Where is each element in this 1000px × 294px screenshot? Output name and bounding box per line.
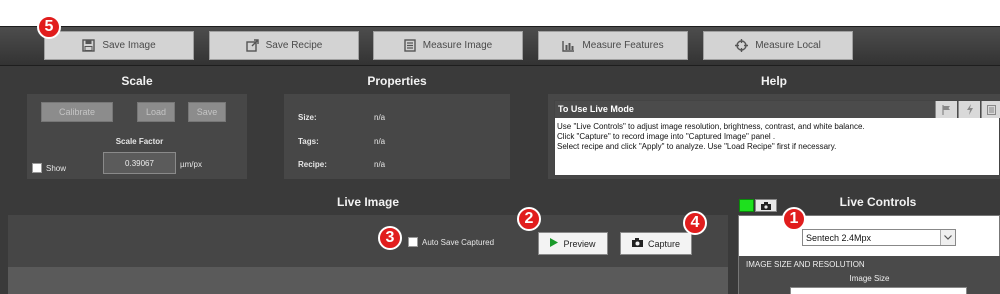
crosshair-icon (735, 39, 749, 52)
camera-snapshot-icon[interactable] (755, 199, 777, 212)
floppy-disk-icon (82, 39, 96, 52)
measure-local-button[interactable]: Measure Local (703, 31, 853, 60)
image-size-section-title: IMAGE SIZE AND RESOLUTION (746, 260, 865, 269)
help-line: Select recipe and click "Apply" to analy… (557, 142, 837, 151)
property-tags-value: n/a (374, 137, 386, 146)
chevron-down-icon[interactable] (940, 230, 955, 245)
measure-features-button[interactable]: Measure Features (538, 31, 688, 60)
list-icon[interactable] (981, 101, 1000, 118)
play-icon (550, 238, 559, 249)
save-button[interactable]: Save (188, 102, 226, 122)
image-size-label: Image Size (849, 274, 890, 283)
measure-image-button[interactable]: Measure Image (373, 31, 523, 60)
save-recipe-button[interactable]: Save Recipe (209, 31, 359, 60)
calibrate-button[interactable]: Calibrate (41, 102, 113, 122)
status-indicator (739, 199, 754, 212)
image-size-select[interactable] (790, 287, 967, 294)
bar-chart-icon (562, 40, 575, 52)
camera-select-value: Sentech 2.4Mpx (806, 233, 872, 243)
auto-save-label: Auto Save Captured (422, 238, 495, 247)
callout-badge-1: 1 (782, 207, 806, 231)
preview-label: Preview (563, 238, 596, 249)
save-image-label: Save Image (102, 40, 156, 51)
measure-image-label: Measure Image (422, 40, 493, 51)
scale-title: Scale (121, 74, 153, 88)
document-icon (404, 39, 416, 52)
callout-badge-5: 5 (37, 15, 61, 39)
save-image-button[interactable]: Save Image (44, 31, 194, 60)
capture-label: Capture (647, 238, 681, 249)
property-recipe-label: Recipe: (298, 160, 327, 169)
lightning-icon[interactable] (958, 101, 980, 118)
flag-icon[interactable] (935, 101, 957, 118)
scale-factor-input[interactable]: 0.39067 (103, 152, 176, 174)
measure-features-label: Measure Features (582, 40, 664, 51)
property-tags-label: Tags: (298, 137, 319, 146)
window-top-strip (0, 0, 1000, 26)
measure-local-label: Measure Local (755, 40, 821, 51)
scale-factor-label: Scale Factor (115, 137, 164, 146)
properties-title: Properties (367, 74, 427, 88)
load-button[interactable]: Load (137, 102, 175, 122)
capture-button[interactable]: Capture (620, 232, 692, 255)
callout-badge-2: 2 (517, 207, 541, 231)
show-label: Show (46, 164, 67, 173)
help-line: Use "Live Controls" to adjust image reso… (557, 122, 865, 131)
help-line: Click "Capture" to record image into "Ca… (557, 132, 776, 141)
property-size-value: n/a (374, 113, 386, 122)
help-text: Use "Live Controls" to adjust image reso… (557, 122, 997, 152)
auto-save-checkbox[interactable] (408, 237, 418, 247)
camera-icon (631, 238, 643, 249)
callout-badge-4: 4 (683, 211, 707, 235)
save-recipe-label: Save Recipe (265, 40, 323, 51)
show-checkbox[interactable] (32, 163, 42, 173)
scale-unit-label: µm/px (180, 160, 202, 169)
live-image-view (8, 267, 728, 294)
help-title: Help (760, 74, 787, 88)
property-size-label: Size: (298, 113, 317, 122)
preview-button[interactable]: Preview (538, 232, 608, 255)
help-subject: To Use Live Mode (558, 104, 634, 114)
live-image-title: Live Image (336, 195, 400, 209)
callout-badge-3: 3 (378, 226, 402, 250)
export-icon (245, 39, 259, 52)
property-recipe-value: n/a (374, 160, 386, 169)
